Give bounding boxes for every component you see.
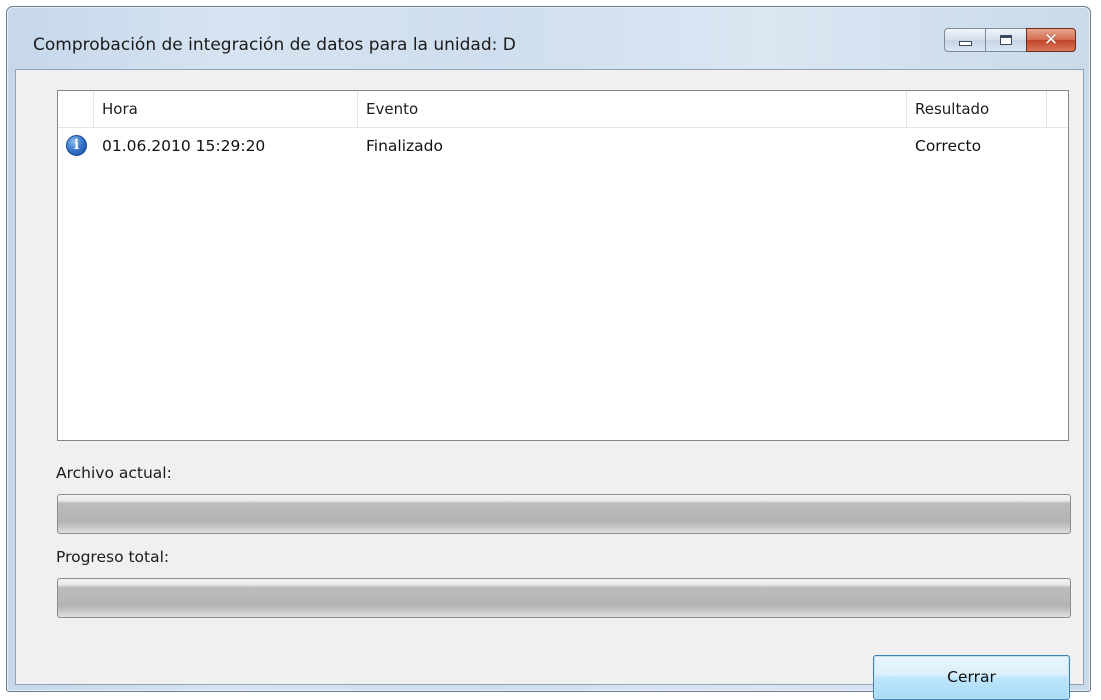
close-button[interactable]: Cerrar xyxy=(873,655,1070,700)
current-file-progress xyxy=(57,494,1071,534)
list-header: Hora Evento Resultado xyxy=(58,91,1068,128)
minimize-icon xyxy=(958,40,972,46)
window-title: Comprobación de integración de datos par… xyxy=(33,35,516,55)
minimize-button[interactable] xyxy=(944,28,986,52)
title-bar[interactable]: Comprobación de integración de datos par… xyxy=(7,7,1090,75)
close-icon: ✕ xyxy=(1043,29,1059,50)
cell-resultado: Correcto xyxy=(915,137,982,155)
caption-buttons: ✕ xyxy=(944,28,1076,52)
total-progress-bar xyxy=(57,578,1071,618)
dialog-window: Comprobación de integración de datos par… xyxy=(6,6,1091,700)
total-progress-label: Progreso total: xyxy=(56,548,170,566)
column-header-evento[interactable]: Evento xyxy=(358,91,907,127)
close-window-button[interactable]: ✕ xyxy=(1026,28,1076,52)
maximize-button[interactable] xyxy=(985,28,1027,52)
event-log-list[interactable]: Hora Evento Resultado i 01.06.2010 15:29… xyxy=(57,90,1069,441)
column-header-hora[interactable]: Hora xyxy=(94,91,358,127)
column-header-resultado[interactable]: Resultado xyxy=(907,91,1047,127)
column-header-icon[interactable] xyxy=(58,91,94,127)
cell-hora: 01.06.2010 15:29:20 xyxy=(102,137,266,155)
info-icon: i xyxy=(66,135,87,156)
maximize-icon xyxy=(1000,35,1012,45)
dialog-body: Hora Evento Resultado i 01.06.2010 15:29… xyxy=(15,69,1084,700)
current-file-label: Archivo actual: xyxy=(56,464,172,482)
table-row[interactable]: i 01.06.2010 15:29:20 Finalizado Correct… xyxy=(58,131,1068,161)
cell-evento: Finalizado xyxy=(366,137,443,155)
